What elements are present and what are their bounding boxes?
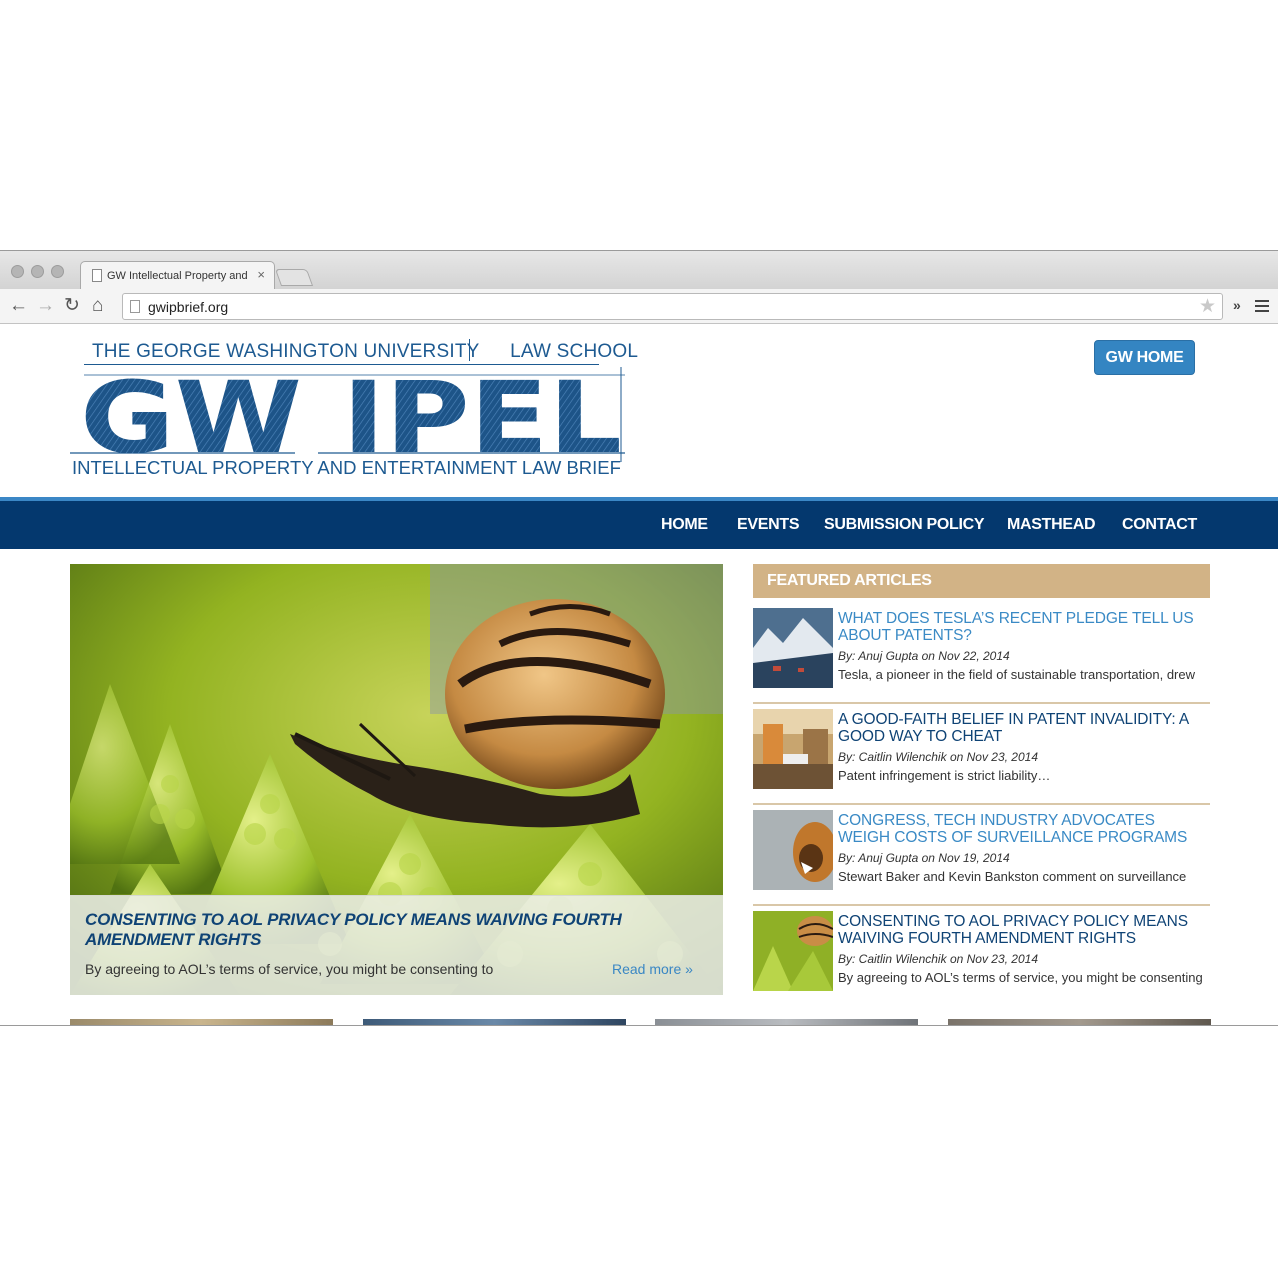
- featured-author: By: Anuj Gupta: [838, 649, 919, 663]
- site-logo[interactable]: THE GEORGE WASHINGTON UNIVERSITY LAW SCH…: [70, 337, 638, 482]
- reload-icon[interactable]: ↻: [64, 295, 80, 317]
- featured-author: By: Caitlin Wilenchik: [838, 750, 947, 764]
- zoom-window-icon[interactable]: [51, 265, 64, 278]
- browser-toolbar: ← → ↻ ⌂ gwipbrief.org ★ »: [0, 289, 1278, 324]
- tab-title: GW Intellectual Property and Entertainme…: [107, 270, 247, 282]
- featured-item[interactable]: CONGRESS, TECH INDUSTRY ADVOCATES WEIGH …: [753, 805, 1210, 906]
- featured-date: on Nov 19, 2014: [921, 851, 1010, 865]
- nav-contact[interactable]: CONTACT: [1122, 516, 1197, 534]
- page-icon: [92, 269, 102, 282]
- hero-read-more-link[interactable]: Read more »: [612, 961, 693, 977]
- featured-item[interactable]: CONSENTING TO AOL PRIVACY POLICY MEANS W…: [753, 906, 1210, 1007]
- featured-excerpt: Stewart Baker and Kevin Bankston comment…: [838, 869, 1187, 884]
- tab-close-icon[interactable]: ×: [257, 267, 265, 282]
- featured-excerpt: Patent infringement is strict liability…: [838, 768, 1051, 783]
- browser-tab[interactable]: GW Intellectual Property and Entertainme…: [80, 261, 275, 290]
- logo-rule: [84, 364, 599, 365]
- featured-item[interactable]: WHAT DOES TESLA’S RECENT PLEDGE TELL US …: [753, 603, 1210, 704]
- gw-home-button[interactable]: GW HOME: [1094, 340, 1195, 375]
- logo-separator: [469, 339, 470, 361]
- hero-title[interactable]: CONSENTING TO AOL PRIVACY POLICY MEANS W…: [85, 910, 645, 950]
- new-tab-button[interactable]: [274, 269, 314, 286]
- featured-date: on Nov 23, 2014: [949, 750, 1039, 764]
- featured-meta: By: Caitlin Wilenchik on Nov 23, 2014: [838, 750, 1038, 764]
- page-viewport: THE GEORGE WASHINGTON UNIVERSITY LAW SCH…: [0, 325, 1278, 1025]
- hero-caption: CONSENTING TO AOL PRIVACY POLICY MEANS W…: [70, 895, 723, 995]
- featured-date: on Nov 22, 2014: [921, 649, 1010, 663]
- featured-date: on Nov 23, 2014: [949, 952, 1039, 966]
- address-bar[interactable]: gwipbrief.org ★: [122, 293, 1223, 320]
- featured-title[interactable]: A GOOD-FAITH BELIEF IN PATENT INVALIDITY…: [838, 711, 1210, 745]
- close-window-icon[interactable]: [11, 265, 24, 278]
- minimize-window-icon[interactable]: [31, 265, 44, 278]
- browser-window: GW Intellectual Property and Entertainme…: [0, 250, 1278, 1026]
- featured-title[interactable]: WHAT DOES TESLA’S RECENT PLEDGE TELL US …: [838, 610, 1210, 644]
- bookmark-star-icon[interactable]: ★: [1199, 295, 1216, 318]
- featured-excerpt: Tesla, a pioneer in the field of sustain…: [838, 667, 1195, 682]
- featured-meta: By: Caitlin Wilenchik on Nov 23, 2014: [838, 952, 1038, 966]
- featured-thumbnail: [753, 608, 833, 688]
- featured-thumbnail: [753, 810, 833, 890]
- article-thumbnail[interactable]: [363, 1019, 626, 1025]
- logo-tagline: INTELLECTUAL PROPERTY AND ENTERTAINMENT …: [72, 457, 621, 478]
- article-thumbnail[interactable]: [70, 1019, 333, 1025]
- hero-excerpt: By agreeing to AOL’s terms of service, y…: [85, 961, 494, 977]
- title-bar: GW Intellectual Property and Entertainme…: [0, 251, 1278, 290]
- logo-university-line: THE GEORGE WASHINGTON UNIVERSITY LAW SCH…: [92, 341, 638, 363]
- logo-university-name: THE GEORGE WASHINGTON UNIVERSITY: [92, 341, 480, 362]
- hero-slider[interactable]: CONSENTING TO AOL PRIVACY POLICY MEANS W…: [70, 564, 723, 995]
- featured-author: By: Caitlin Wilenchik: [838, 952, 947, 966]
- main-nav: HOME EVENTS SUBMISSION POLICY MASTHEAD C…: [0, 501, 1278, 549]
- url-text[interactable]: gwipbrief.org: [148, 299, 228, 315]
- menu-icon[interactable]: [1255, 300, 1269, 312]
- logo-wordmark: GW IPEL: [70, 367, 625, 462]
- featured-thumbnail: [753, 911, 833, 991]
- featured-header: FEATURED ARTICLES: [753, 564, 1210, 598]
- article-thumbnail[interactable]: [948, 1019, 1211, 1025]
- article-thumbnail[interactable]: [655, 1019, 918, 1025]
- forward-arrow-icon[interactable]: →: [36, 295, 55, 317]
- featured-item[interactable]: A GOOD-FAITH BELIEF IN PATENT INVALIDITY…: [753, 704, 1210, 805]
- home-icon[interactable]: ⌂: [92, 295, 103, 317]
- featured-excerpt: By agreeing to AOL’s terms of service, y…: [838, 970, 1203, 985]
- featured-meta: By: Anuj Gupta on Nov 22, 2014: [838, 649, 1010, 663]
- logo-law-school: LAW SCHOOL: [510, 341, 639, 362]
- nav-masthead[interactable]: MASTHEAD: [1007, 516, 1096, 534]
- featured-title[interactable]: CONGRESS, TECH INDUSTRY ADVOCATES WEIGH …: [838, 812, 1210, 846]
- extensions-chevron-icon[interactable]: »: [1233, 297, 1241, 313]
- page-icon: [130, 300, 140, 313]
- logo-main-text: GW IPEL: [80, 367, 622, 462]
- nav-events[interactable]: EVENTS: [737, 516, 800, 534]
- nav-home[interactable]: HOME: [661, 516, 708, 534]
- back-arrow-icon[interactable]: ←: [9, 295, 28, 317]
- featured-thumbnail: [753, 709, 833, 789]
- featured-meta: By: Anuj Gupta on Nov 19, 2014: [838, 851, 1010, 865]
- featured-author: By: Anuj Gupta: [838, 851, 919, 865]
- featured-title[interactable]: CONSENTING TO AOL PRIVACY POLICY MEANS W…: [838, 913, 1210, 947]
- nav-submission-policy[interactable]: SUBMISSION POLICY: [824, 516, 985, 534]
